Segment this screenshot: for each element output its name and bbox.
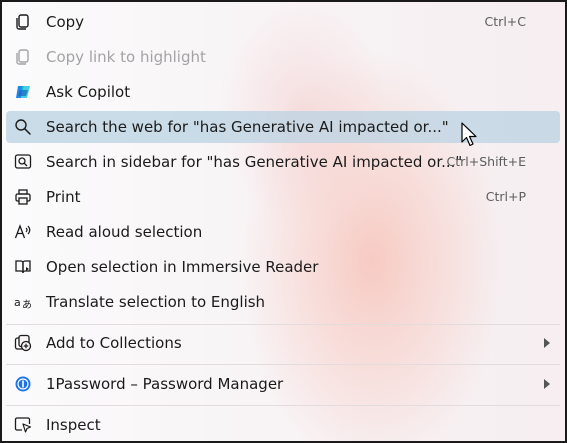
menu-item-1password[interactable]: 1Password – Password Manager: [6, 368, 560, 400]
menu-separator: [6, 324, 560, 325]
menu-item-search-sidebar[interactable]: Search in sidebar for "has Generative AI…: [6, 146, 560, 178]
menu-item-copy-link: Copy link to highlight: [6, 41, 560, 73]
menu-item-label: Ask Copilot: [46, 83, 131, 101]
menu-item-label: Print: [46, 188, 81, 206]
menu-item-label: Search in sidebar for "has Generative AI…: [46, 153, 463, 171]
submenu-arrow-icon: [544, 338, 550, 348]
collections-icon: [14, 334, 32, 352]
link-icon: [14, 48, 32, 66]
menu-item-ask-copilot[interactable]: Ask Copilot: [6, 76, 560, 108]
menu-item-shortcut: Ctrl+Shift+E: [446, 154, 527, 169]
translate-icon: aあ: [14, 293, 32, 311]
menu-item-label: Search the web for "has Generative AI im…: [46, 118, 449, 136]
menu-separator: [6, 405, 560, 406]
immersive-reader-icon: [14, 258, 32, 276]
menu-item-label: Open selection in Immersive Reader: [46, 258, 319, 276]
menu-item-label: Inspect: [46, 416, 101, 434]
sidebar-search-icon: [14, 153, 32, 171]
mouse-pointer-icon: [461, 122, 477, 147]
menu-item-label: Translate selection to English: [46, 293, 266, 311]
copy-icon: [14, 13, 32, 31]
submenu-arrow-icon: [544, 379, 550, 389]
printer-icon: [14, 188, 32, 206]
search-icon: [14, 118, 32, 136]
menu-item-label: Add to Collections: [46, 334, 182, 352]
menu-separator: [6, 364, 560, 365]
menu-item-print[interactable]: Print Ctrl+P: [6, 181, 560, 213]
svg-text:a: a: [14, 296, 21, 309]
menu-item-immersive-reader[interactable]: Open selection in Immersive Reader: [6, 251, 560, 283]
menu-item-inspect[interactable]: Inspect: [6, 409, 560, 441]
menu-item-shortcut: Ctrl+P: [485, 189, 526, 204]
svg-text:あ: あ: [22, 299, 32, 311]
1password-icon: [14, 375, 32, 393]
menu-item-read-aloud[interactable]: Read aloud selection: [6, 216, 560, 248]
menu-item-add-to-collections[interactable]: Add to Collections: [6, 327, 560, 359]
menu-item-label: Read aloud selection: [46, 223, 203, 241]
context-menu: Copy Ctrl+C Copy link to highlight Ask C…: [0, 0, 567, 443]
menu-item-translate[interactable]: aあ Translate selection to English: [6, 286, 560, 318]
read-aloud-icon: [14, 223, 32, 241]
menu-item-label: 1Password – Password Manager: [46, 375, 284, 393]
copilot-icon: [14, 83, 32, 101]
menu-item-copy[interactable]: Copy Ctrl+C: [6, 6, 560, 38]
menu-item-label: Copy link to highlight: [46, 48, 206, 66]
menu-item-shortcut: Ctrl+C: [484, 14, 526, 29]
inspect-icon: [14, 416, 32, 434]
menu-item-label: Copy: [46, 13, 85, 31]
